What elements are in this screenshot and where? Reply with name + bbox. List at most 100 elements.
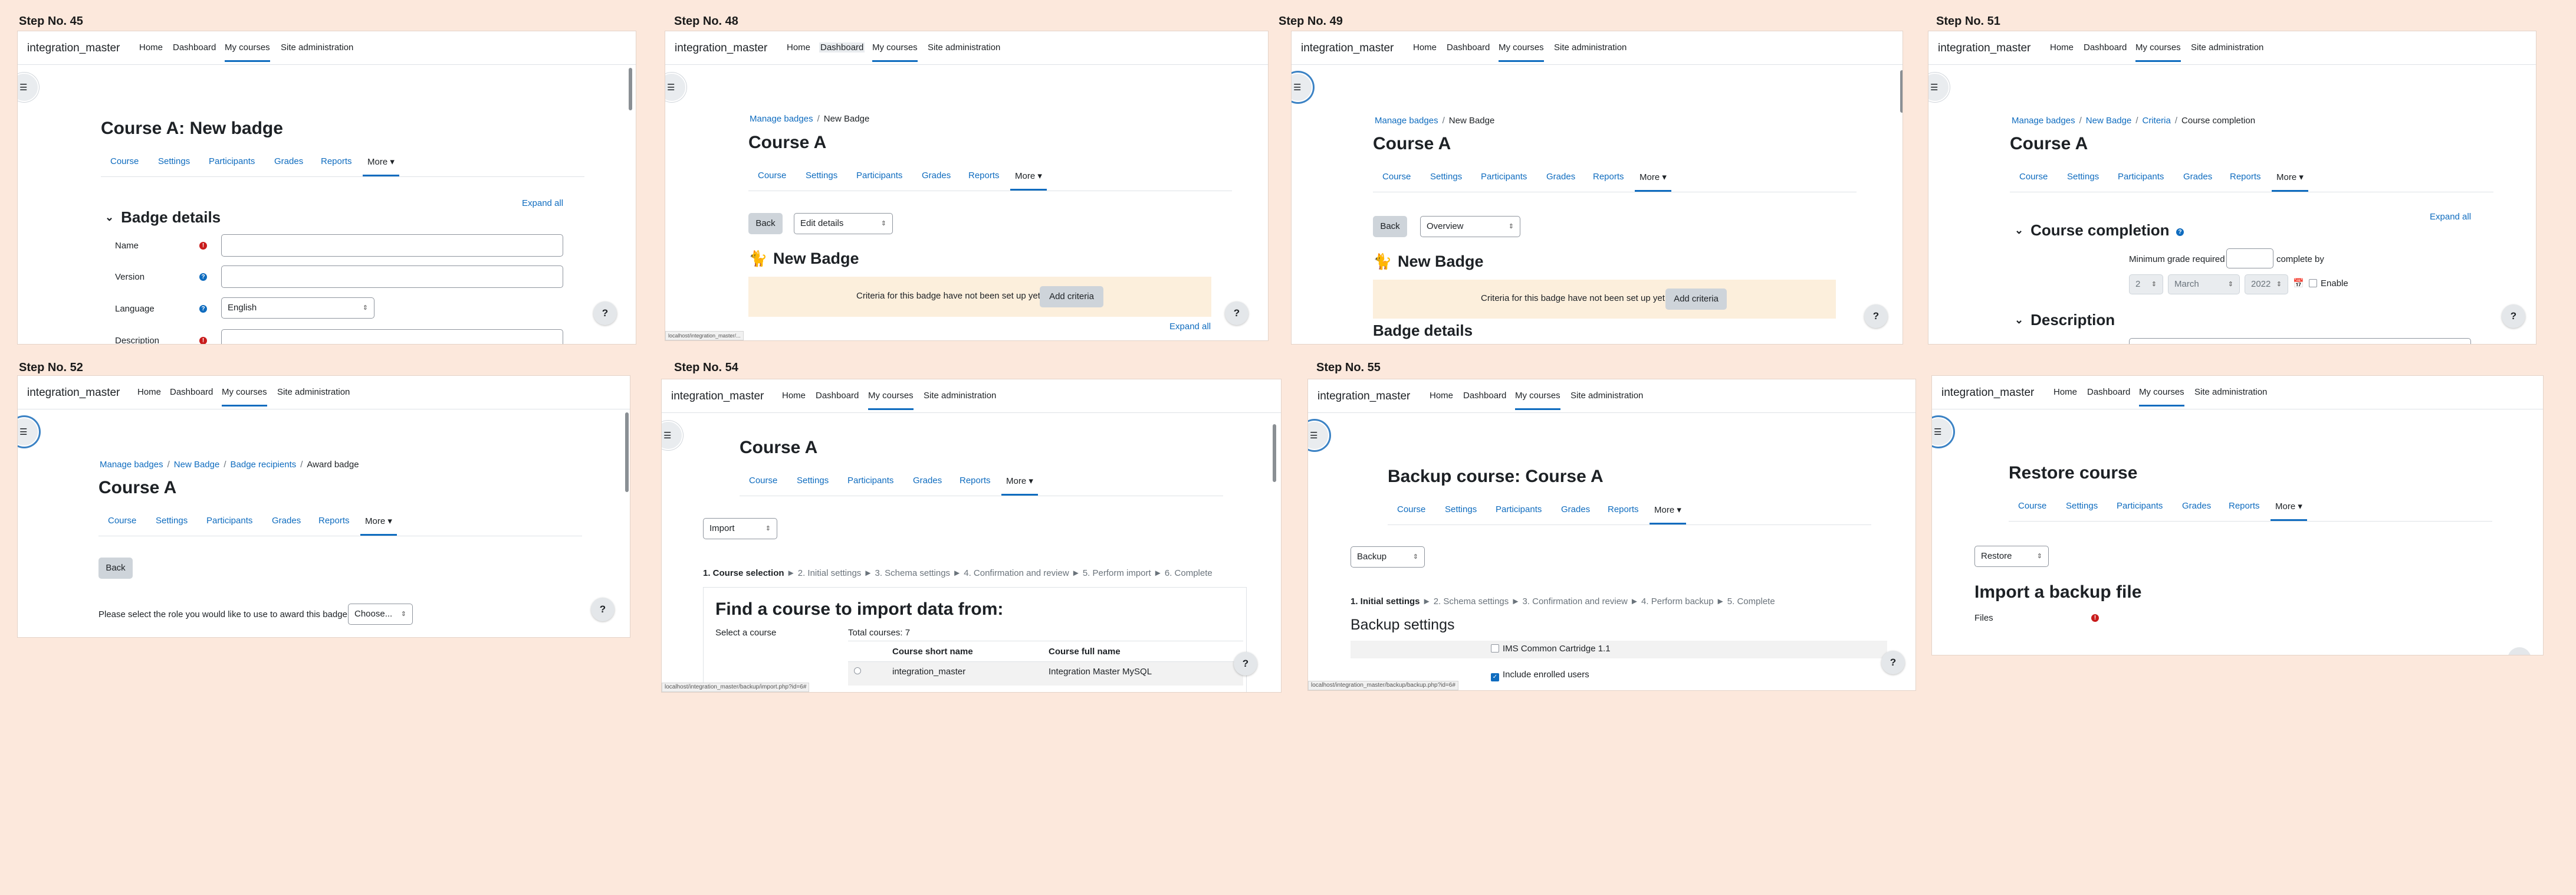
month-select[interactable]: March ⇕	[2168, 274, 2240, 294]
tab-participants[interactable]: Participants	[2117, 501, 2163, 511]
course-index-toggle[interactable]: ☰	[1928, 73, 1950, 102]
tab-participants[interactable]: Participants	[847, 476, 893, 486]
breadcrumb-new-badge[interactable]: New Badge	[2086, 116, 2132, 126]
breadcrumb-manage-badges[interactable]: Manage badges	[100, 460, 163, 470]
course-index-toggle[interactable]: ☰	[18, 73, 39, 102]
site-brand[interactable]: integration_master	[27, 386, 120, 399]
section-badge-details[interactable]: ⌄ Badge details	[105, 208, 221, 227]
tab-reports[interactable]: Reports	[2230, 172, 2261, 182]
add-criteria-button[interactable]: Add criteria	[1665, 289, 1727, 310]
tab-settings[interactable]: Settings	[1445, 504, 1477, 514]
tab-participants[interactable]: Participants	[1481, 172, 1527, 182]
site-brand[interactable]: integration_master	[27, 42, 120, 55]
tab-more[interactable]: More ▾	[363, 156, 399, 176]
restore-action-select[interactable]: Restore ⇕	[1974, 546, 2049, 567]
tab-grades[interactable]: Grades	[2182, 501, 2211, 511]
help-info-icon[interactable]: ?	[199, 273, 207, 281]
nav-home[interactable]: Home	[1413, 42, 1437, 53]
tab-reports[interactable]: Reports	[968, 171, 1000, 181]
table-row[interactable]: integration_master Integration Master My…	[848, 661, 1243, 686]
tab-settings[interactable]: Settings	[2067, 172, 2099, 182]
help-button[interactable]	[2508, 647, 2531, 655]
nav-home[interactable]: Home	[139, 42, 163, 53]
breadcrumb-new-badge[interactable]: New Badge	[174, 460, 220, 470]
expand-all-link[interactable]: Expand all	[1169, 322, 1211, 332]
tab-participants[interactable]: Participants	[1496, 504, 1542, 514]
description-input[interactable]	[221, 329, 563, 344]
tab-reports[interactable]: Reports	[321, 156, 352, 166]
expand-all-link[interactable]: Expand all	[2430, 212, 2471, 222]
nav-site-administration[interactable]: Site administration	[2194, 387, 2267, 397]
tab-settings[interactable]: Settings	[1430, 172, 1462, 182]
nav-dashboard[interactable]: Dashboard	[2087, 387, 2130, 397]
tab-more[interactable]: More ▾	[1001, 476, 1038, 496]
back-button[interactable]: Back	[748, 213, 783, 234]
scrollbar[interactable]	[629, 68, 632, 110]
tab-settings[interactable]: Settings	[797, 476, 829, 486]
breadcrumb-manage-badges[interactable]: Manage badges	[2012, 116, 2075, 126]
tab-reports[interactable]: Reports	[2229, 501, 2260, 511]
site-brand[interactable]: integration_master	[1941, 386, 2034, 399]
backup-action-select[interactable]: Backup ⇕	[1351, 546, 1425, 568]
course-radio[interactable]	[854, 667, 861, 674]
help-info-icon[interactable]: ?	[199, 305, 207, 313]
help-button[interactable]: ?	[593, 301, 617, 325]
nav-dashboard[interactable]: Dashboard	[816, 391, 859, 401]
nav-site-administration[interactable]: Site administration	[1570, 391, 1643, 401]
tab-settings[interactable]: Settings	[158, 156, 190, 166]
min-grade-input[interactable]	[2226, 248, 2273, 268]
tab-more[interactable]: More ▾	[2272, 172, 2308, 192]
nav-dashboard[interactable]: Dashboard	[173, 42, 216, 53]
help-button[interactable]: ?	[591, 598, 615, 621]
award-role-select[interactable]: Choose... ⇕	[348, 604, 413, 625]
help-button[interactable]: ?	[1864, 304, 1888, 328]
tab-course[interactable]: Course	[2019, 172, 2048, 182]
nav-my-courses[interactable]: My courses	[2139, 387, 2184, 406]
expand-all-link[interactable]: Expand all	[522, 198, 563, 208]
breadcrumb-criteria[interactable]: Criteria	[2143, 116, 2171, 126]
nav-my-courses[interactable]: My courses	[868, 391, 914, 410]
version-input[interactable]	[221, 265, 563, 288]
name-input[interactable]	[221, 234, 563, 257]
nav-site-administration[interactable]: Site administration	[281, 42, 353, 53]
nav-dashboard[interactable]: Dashboard	[170, 387, 213, 397]
tab-course[interactable]: Course	[108, 516, 136, 526]
site-brand[interactable]: integration_master	[675, 42, 767, 55]
tab-grades[interactable]: Grades	[272, 516, 301, 526]
nav-home[interactable]: Home	[137, 387, 161, 397]
course-index-toggle[interactable]: ☰	[665, 73, 686, 102]
backup-action-select[interactable]: Import ⇕	[703, 518, 777, 539]
language-select[interactable]: English ⇕	[221, 297, 374, 319]
help-info-icon[interactable]: ?	[2176, 228, 2184, 236]
tab-course[interactable]: Course	[110, 156, 139, 166]
nav-site-administration[interactable]: Site administration	[928, 42, 1000, 53]
tab-participants[interactable]: Participants	[856, 171, 902, 181]
course-index-toggle[interactable]: ☰	[1308, 421, 1329, 450]
scrollbar[interactable]	[1900, 70, 1903, 113]
tab-grades[interactable]: Grades	[913, 476, 942, 486]
nav-my-courses[interactable]: My courses	[225, 42, 270, 62]
nav-home[interactable]: Home	[2050, 42, 2074, 53]
site-brand[interactable]: integration_master	[1301, 42, 1394, 55]
help-button[interactable]: ?	[1881, 651, 1905, 674]
tab-settings[interactable]: Settings	[2066, 501, 2098, 511]
tab-more[interactable]: More ▾	[2271, 501, 2307, 521]
tab-more[interactable]: More ▾	[1650, 504, 1686, 524]
breadcrumb-manage-badges[interactable]: Manage badges	[750, 114, 813, 124]
section-course-completion[interactable]: ⌄ Course completion	[2015, 221, 2170, 240]
nav-home[interactable]: Home	[1430, 391, 1453, 401]
nav-home[interactable]: Home	[787, 42, 810, 53]
nav-dashboard[interactable]: Dashboard	[1463, 391, 1506, 401]
tab-more[interactable]: More ▾	[1635, 172, 1671, 192]
nav-my-courses[interactable]: My courses	[222, 387, 267, 406]
day-select[interactable]: 2 ⇕	[2129, 274, 2163, 294]
scrollbar[interactable]	[625, 412, 629, 492]
description-input[interactable]	[2129, 338, 2471, 344]
tab-reports[interactable]: Reports	[1608, 504, 1639, 514]
nav-home[interactable]: Home	[782, 391, 806, 401]
tab-reports[interactable]: Reports	[960, 476, 991, 486]
scrollbar[interactable]	[1273, 424, 1276, 482]
nav-my-courses[interactable]: My courses	[2135, 42, 2181, 62]
nav-site-administration[interactable]: Site administration	[2191, 42, 2263, 53]
nav-site-administration[interactable]: Site administration	[1554, 42, 1627, 53]
